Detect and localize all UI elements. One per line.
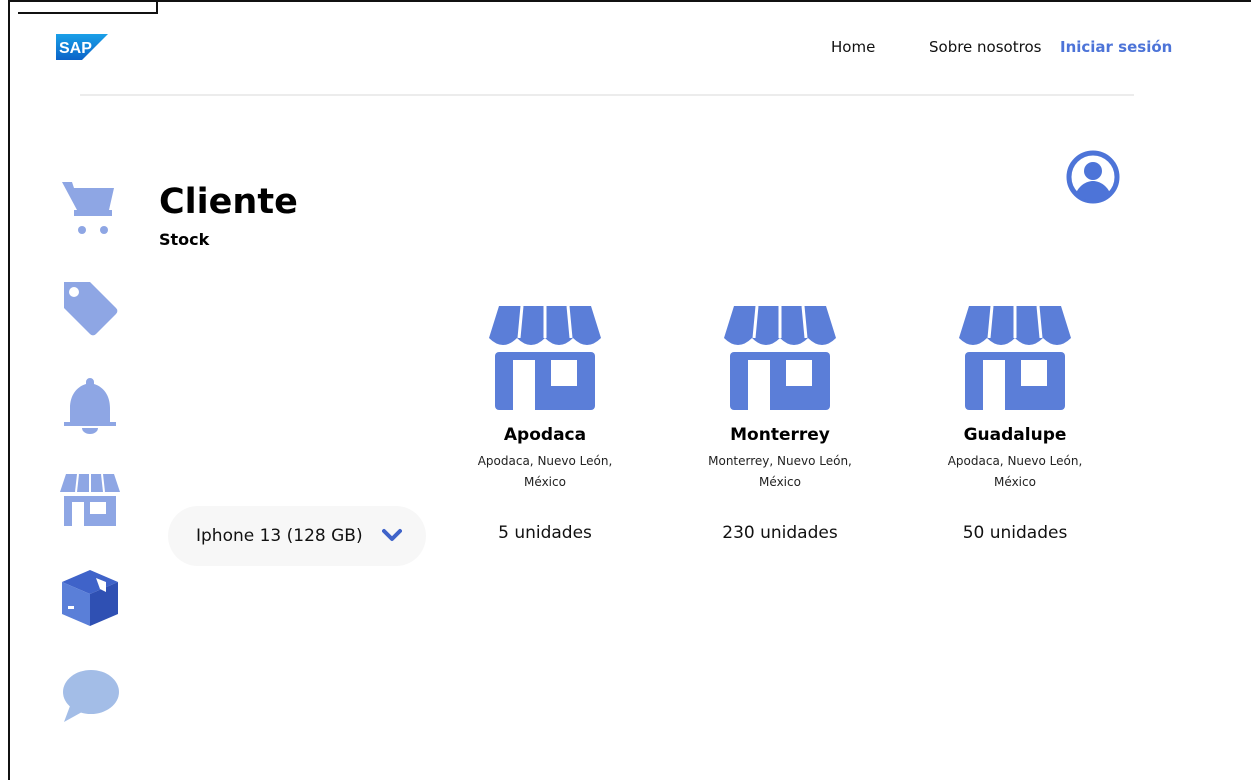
page-subtitle: Stock xyxy=(159,230,210,249)
store-stock: 230 unidades xyxy=(722,523,838,543)
tag-icon[interactable] xyxy=(60,278,120,338)
store-card-monterrey[interactable]: Monterrey Monterrey, Nuevo León, México … xyxy=(680,306,880,543)
product-select[interactable]: Iphone 13 (128 GB) xyxy=(168,506,426,566)
svg-text:SAP: SAP xyxy=(59,40,92,57)
product-select-value: Iphone 13 (128 GB) xyxy=(196,526,363,546)
store-card-guadalupe[interactable]: Guadalupe Apodaca, Nuevo León, México 50… xyxy=(915,306,1115,543)
store-name: Apodaca xyxy=(503,425,587,445)
chevron-down-icon[interactable] xyxy=(382,528,402,544)
store-name: Monterrey xyxy=(730,425,830,445)
store-icon xyxy=(489,306,601,410)
box-icon[interactable] xyxy=(60,568,120,628)
store-icon xyxy=(724,306,836,410)
store-name: Guadalupe xyxy=(963,425,1067,445)
store-address: Apodaca, Nuevo León, México xyxy=(947,454,1083,489)
sap-logo[interactable]: SAP xyxy=(56,34,108,60)
bell-icon[interactable] xyxy=(60,374,120,434)
store-stock: 5 unidades xyxy=(498,523,592,543)
nav-about[interactable]: Sobre nosotros xyxy=(929,38,1041,56)
chat-icon[interactable] xyxy=(60,666,120,726)
store-card-apodaca[interactable]: Apodaca Apodaca, Nuevo León, México 5 un… xyxy=(445,306,645,543)
nav-login[interactable]: Iniciar sesión xyxy=(1060,38,1172,56)
window-tab xyxy=(18,0,158,14)
store-icon[interactable] xyxy=(60,468,120,528)
store-icon xyxy=(959,306,1071,410)
nav-home[interactable]: Home xyxy=(831,38,875,56)
cart-icon[interactable] xyxy=(60,178,120,238)
user-avatar-icon[interactable] xyxy=(1066,150,1120,204)
store-address: Apodaca, Nuevo León, México xyxy=(477,454,613,489)
page-title: Cliente xyxy=(159,182,298,222)
store-stock: 50 unidades xyxy=(962,523,1068,543)
store-address: Monterrey, Nuevo León, México xyxy=(708,454,852,489)
header-divider xyxy=(80,94,1134,96)
